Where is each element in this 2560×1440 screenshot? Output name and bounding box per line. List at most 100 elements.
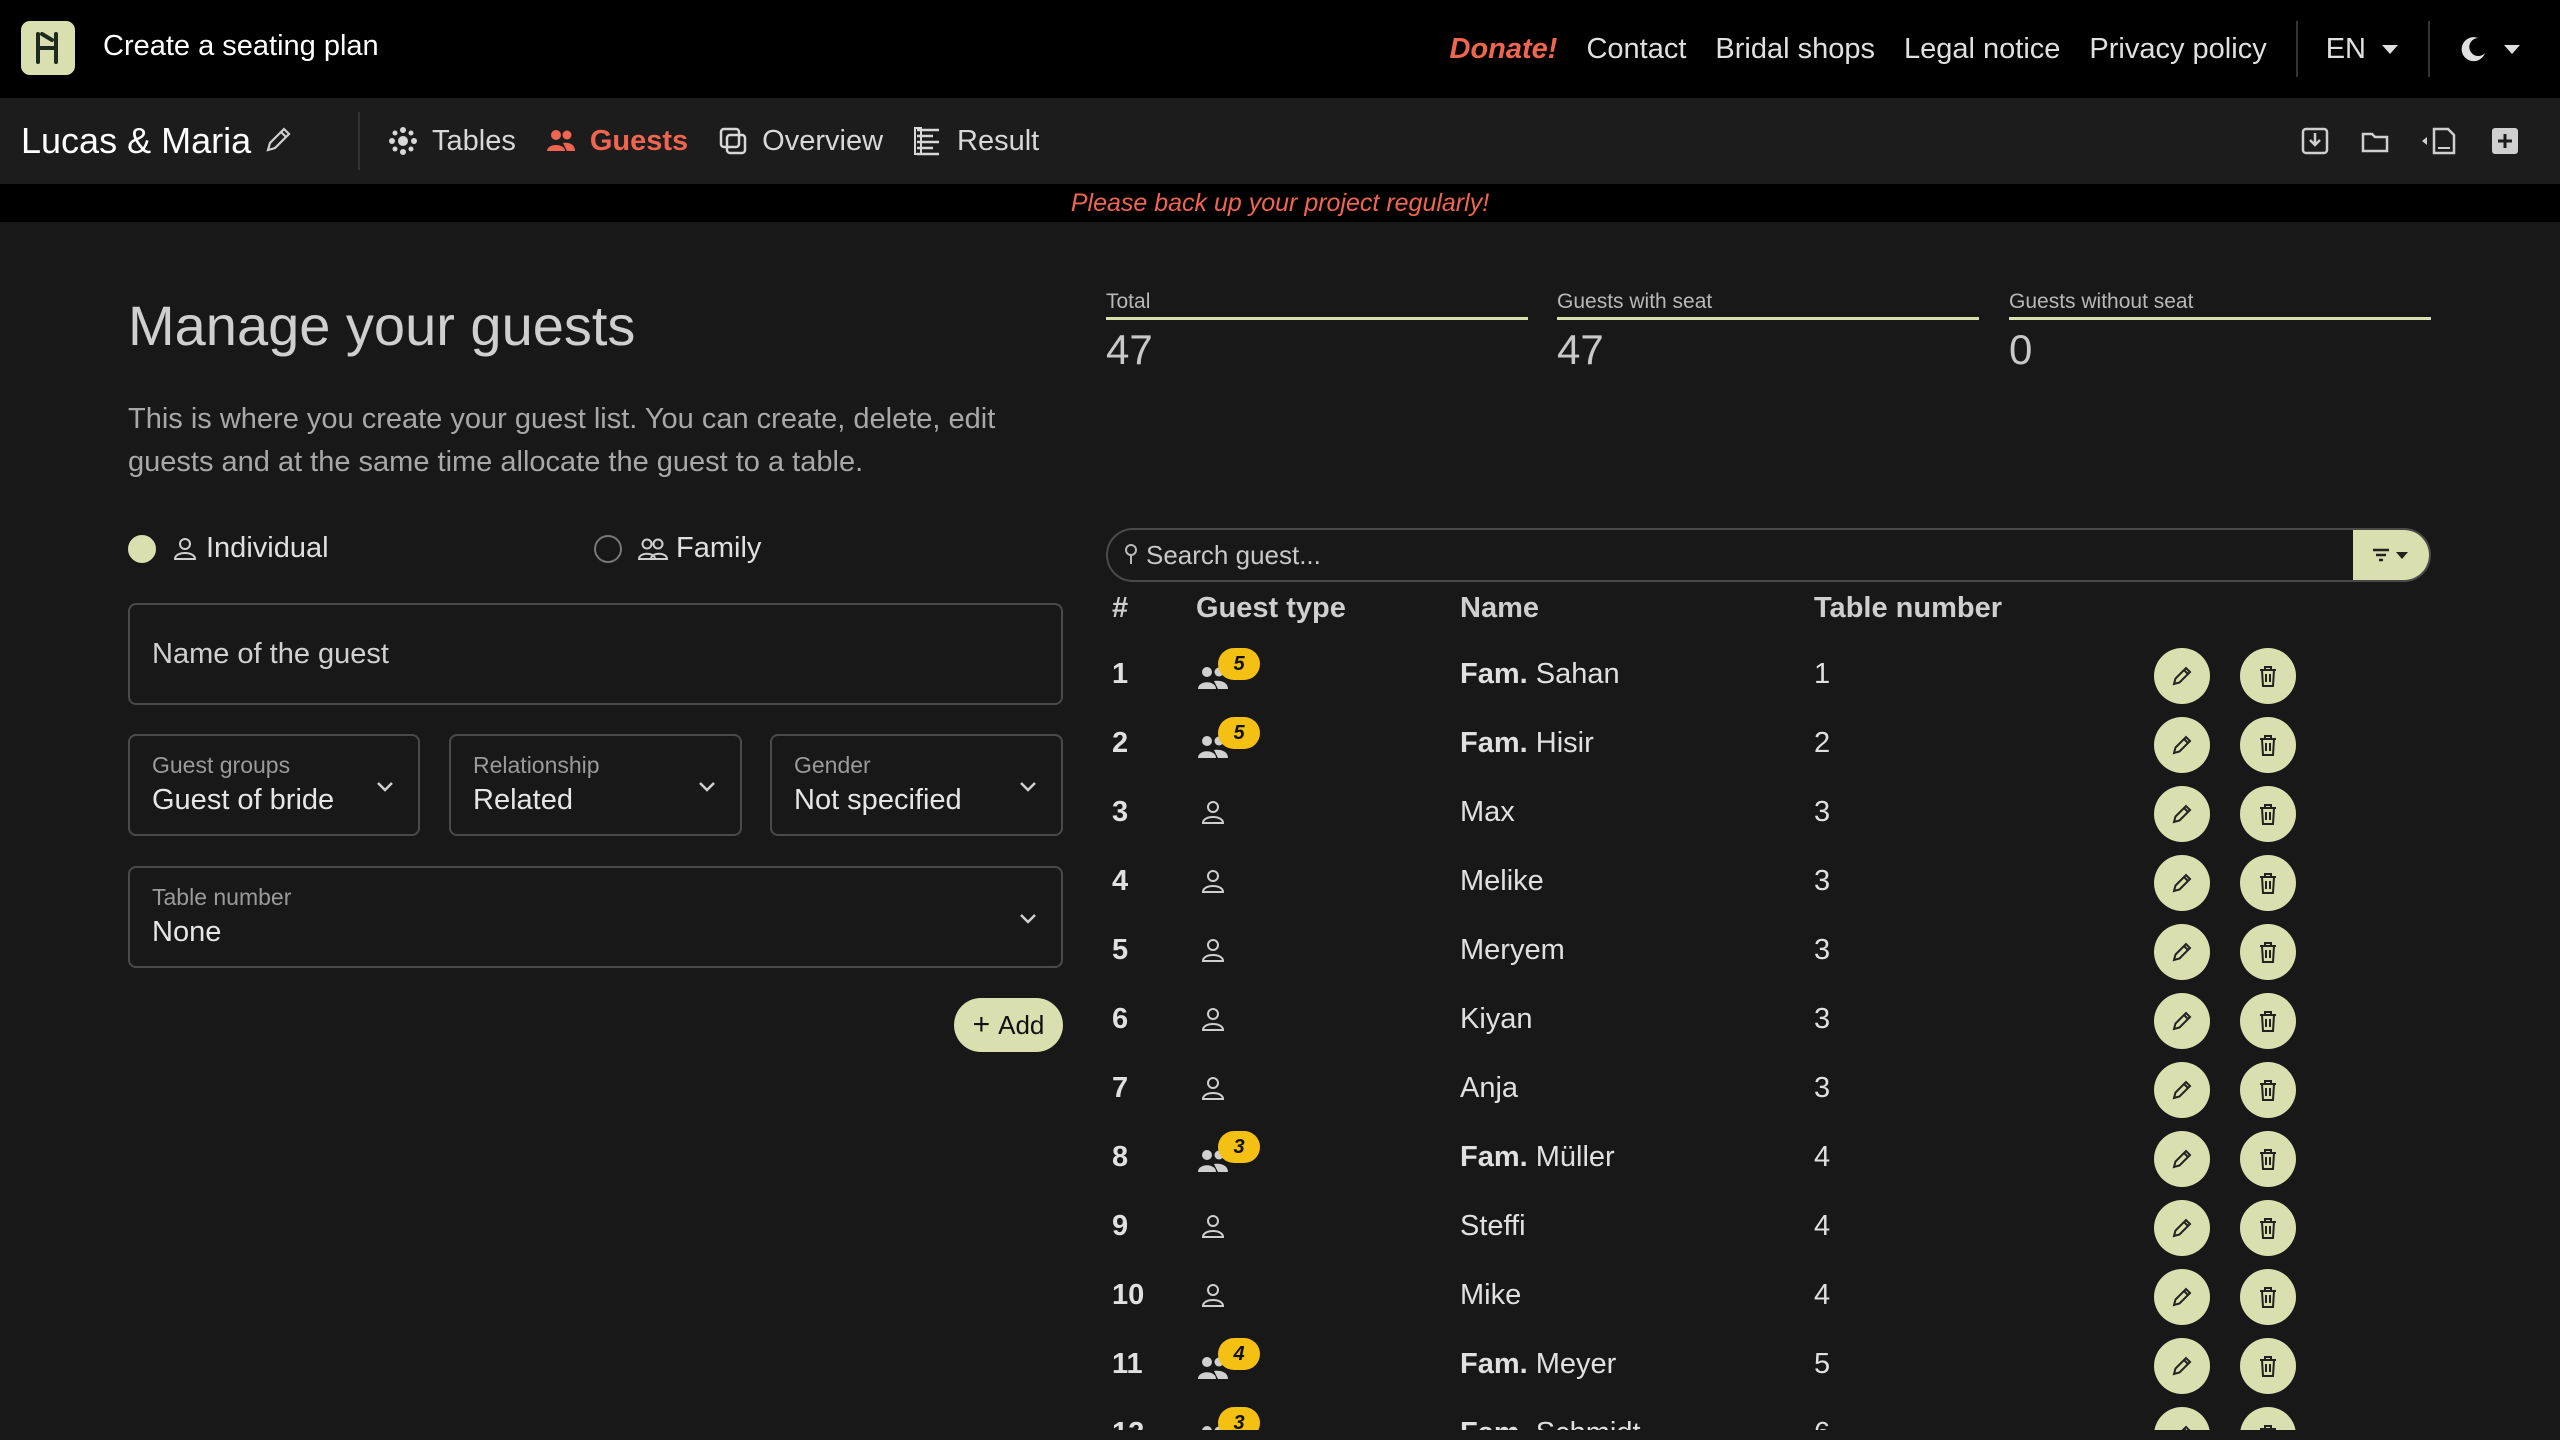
edit-guest-button[interactable] xyxy=(2154,993,2210,1049)
delete-guest-button[interactable] xyxy=(2240,855,2296,911)
table-row: 12 3 Fam. Schmidt 6 xyxy=(1106,1399,2431,1430)
guest-type-individual xyxy=(1200,1281,1226,1317)
export-pdf-button[interactable] xyxy=(2420,126,2460,156)
edit-guest-button[interactable] xyxy=(2154,1269,2210,1325)
guest-name-text: Hisir xyxy=(1535,727,1594,759)
delete-guest-button[interactable] xyxy=(2240,1407,2296,1430)
delete-guest-button[interactable] xyxy=(2240,648,2296,704)
guest-name: Max xyxy=(1460,796,1515,828)
radio-family[interactable]: Family xyxy=(594,532,761,565)
edit-guest-button[interactable] xyxy=(2154,924,2210,980)
edit-guest-button[interactable] xyxy=(2154,1200,2210,1256)
table-number: 3 xyxy=(1814,796,1831,828)
table-row: 6 Kiyan 3 xyxy=(1106,985,2431,1054)
guest-type-family: 4 xyxy=(1196,1338,1260,1390)
row-index: 7 xyxy=(1112,1072,1129,1104)
tab-guests[interactable]: Guests xyxy=(546,125,688,158)
legal-notice-link[interactable]: Legal notice xyxy=(1904,33,2060,66)
person-icon xyxy=(1201,1215,1225,1238)
row-index: 9 xyxy=(1112,1210,1129,1242)
delete-guest-button[interactable] xyxy=(2240,1338,2296,1394)
guest-name: Kiyan xyxy=(1460,1003,1533,1035)
delete-guest-button[interactable] xyxy=(2240,786,2296,842)
trash-icon xyxy=(2260,804,2276,825)
table-row: 11 4 Fam. Meyer 5 xyxy=(1106,1330,2431,1399)
delete-guest-button[interactable] xyxy=(2240,993,2296,1049)
new-project-button[interactable] xyxy=(2490,126,2520,156)
row-index: 4 xyxy=(1112,865,1129,897)
delete-guest-button[interactable] xyxy=(2240,1062,2296,1118)
language-dropdown[interactable]: EN xyxy=(2298,33,2428,66)
filter-icon xyxy=(2373,548,2408,562)
stat-without-seat-value: 0 xyxy=(2009,326,2033,373)
delete-guest-button[interactable] xyxy=(2240,1131,2296,1187)
stat-total-value: 47 xyxy=(1106,326,1153,373)
edit-guest-button[interactable] xyxy=(2154,1131,2210,1187)
contact-link[interactable]: Contact xyxy=(1586,33,1686,66)
save-project-button[interactable] xyxy=(2300,126,2330,156)
edit-guest-button[interactable] xyxy=(2154,648,2210,704)
privacy-policy-link[interactable]: Privacy policy xyxy=(2089,33,2266,66)
donate-link[interactable]: Donate! xyxy=(1450,33,1558,66)
tab-overview[interactable]: Overview xyxy=(718,125,883,158)
pencil-icon xyxy=(2172,942,2192,962)
edit-guest-button[interactable] xyxy=(2154,1407,2210,1430)
radio-dot-selected xyxy=(128,534,156,563)
guest-name-input[interactable] xyxy=(130,605,1061,703)
edit-guest-button[interactable] xyxy=(2154,1338,2210,1394)
guest-groups-select[interactable]: Guest groups Guest of bride xyxy=(128,734,420,836)
edit-guest-button[interactable] xyxy=(2154,855,2210,911)
guest-type-radio-group: Individual Family xyxy=(128,532,1063,568)
table-row: 7 Anja 3 xyxy=(1106,1054,2431,1123)
column-header-guest-type[interactable]: Guest type xyxy=(1196,592,1346,625)
bridal-shops-link[interactable]: Bridal shops xyxy=(1715,33,1875,66)
table-number-select[interactable]: Table number None xyxy=(128,866,1063,968)
gender-select[interactable]: Gender Not specified xyxy=(770,734,1063,836)
open-project-button[interactable] xyxy=(2360,126,2390,156)
stat-with-seat-label: Guests with seat xyxy=(1557,290,1979,320)
guest-table-header: # Guest type Name Table number xyxy=(1106,592,2431,632)
column-header-table-number[interactable]: Table number xyxy=(1814,592,2002,625)
gender-label: Gender xyxy=(794,752,871,778)
theme-dropdown[interactable] xyxy=(2430,35,2560,63)
stat-total: Total 47 xyxy=(1106,290,1528,374)
delete-guest-button[interactable] xyxy=(2240,1269,2296,1325)
delete-guest-button[interactable] xyxy=(2240,717,2296,773)
relationship-select[interactable]: Relationship Related xyxy=(449,734,742,836)
edit-guest-button[interactable] xyxy=(2154,786,2210,842)
edit-guest-button[interactable] xyxy=(2154,717,2210,773)
column-header-name[interactable]: Name xyxy=(1460,592,1539,625)
app-logo[interactable] xyxy=(21,21,75,75)
person-icon xyxy=(1201,1008,1225,1031)
radio-individual[interactable]: Individual xyxy=(128,532,329,565)
delete-guest-button[interactable] xyxy=(2240,1200,2296,1256)
app-title[interactable]: Create a seating plan xyxy=(103,30,379,63)
divider xyxy=(358,112,360,170)
table-row: 3 Max 3 xyxy=(1106,778,2431,847)
guest-name: Steffi xyxy=(1460,1210,1526,1242)
tab-result[interactable]: Result xyxy=(913,125,1039,158)
tab-label: Overview xyxy=(762,124,884,157)
guest-groups-label: Guest groups xyxy=(152,752,291,778)
stat-total-label: Total xyxy=(1106,290,1528,320)
person-icon xyxy=(1201,1284,1225,1307)
filter-dropdown-button[interactable] xyxy=(2353,530,2429,580)
search-input[interactable]: Search guest... xyxy=(1146,540,2353,571)
guest-type-family: 3 xyxy=(1196,1131,1260,1183)
trash-icon xyxy=(2260,666,2276,687)
table-number: 6 xyxy=(1814,1417,1830,1430)
chevron-down-icon xyxy=(1020,914,1036,924)
edit-guest-button[interactable] xyxy=(2154,1062,2210,1118)
guest-type-individual xyxy=(1200,1074,1226,1110)
guest-name-text: Sahan xyxy=(1535,658,1620,690)
guest-type-family: 5 xyxy=(1196,648,1260,700)
tab-tables[interactable]: Tables xyxy=(388,125,516,158)
chevron-down-icon xyxy=(699,782,715,792)
add-guest-button[interactable]: + Add xyxy=(954,998,1063,1052)
overview-icon xyxy=(719,127,747,155)
chevron-down-icon xyxy=(1020,782,1036,792)
delete-guest-button[interactable] xyxy=(2240,924,2296,980)
tab-label: Result xyxy=(957,124,1040,157)
relationship-label: Relationship xyxy=(473,752,600,778)
edit-project-name-button[interactable] xyxy=(262,124,294,161)
